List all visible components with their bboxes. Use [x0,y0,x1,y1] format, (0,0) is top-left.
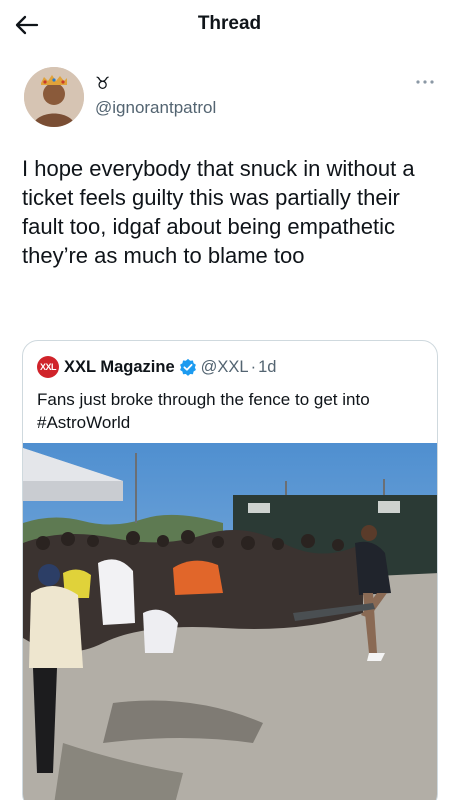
author-handle[interactable]: @ignorantpatrol [95,98,216,118]
top-bar: Thread [0,0,459,50]
more-options-button[interactable] [415,75,435,87]
quoted-timestamp[interactable]: 1d [258,358,276,377]
author-name[interactable]: ♉ [95,74,110,94]
more-horizontal-icon [416,80,434,84]
page-title: Thread [197,13,262,34]
quoted-author-name[interactable]: XXL Magazine [64,358,175,377]
quoted-tweet[interactable]: XXL XXL Magazine @XXL · 1d Fans just bro… [22,340,438,800]
avatar[interactable] [24,67,84,127]
tweet-text: I hope everybody that snuck in without a… [22,156,415,268]
quoted-tweet-header: XXL XXL Magazine @XXL · 1d [37,356,276,378]
avatar-image [24,67,84,127]
quoted-tweet-text: Fans just broke through the fence to get… [37,390,370,432]
xxl-logo: XXL [37,356,59,378]
separator-dot: · [250,357,257,376]
quoted-author-handle[interactable]: @XXL [201,358,249,377]
photo-icon[interactable] [23,443,438,800]
verified-badge-icon [179,358,196,376]
